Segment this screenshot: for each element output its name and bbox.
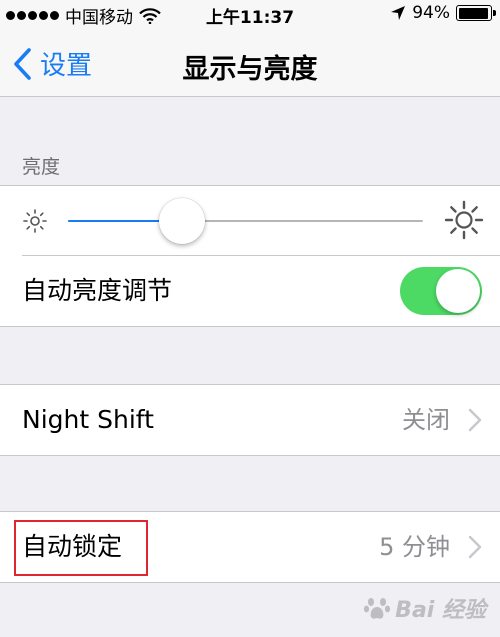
baidu-watermark: Bai 经验 [363, 592, 486, 624]
night-shift-value: 关闭 [402, 406, 450, 434]
highlight-annotation-box [14, 520, 148, 576]
page-title: 显示与亮度 [182, 54, 318, 85]
brightness-slider-thumb[interactable] [158, 198, 205, 244]
auto-brightness-toggle[interactable] [400, 267, 482, 315]
brightness-slider[interactable] [68, 198, 423, 244]
auto-brightness-label: 自动亮度调节 [22, 276, 173, 305]
night-shift-group: Night Shift 关闭 [0, 384, 500, 456]
battery-icon [456, 5, 496, 21]
brightness-section-header: 亮度 [22, 156, 61, 178]
navigation-bar: 设置 显示与亮度 [0, 27, 500, 97]
paw-logo-icon [364, 598, 391, 619]
night-shift-row[interactable]: Night Shift 关闭 [0, 385, 500, 455]
battery-fill [458, 7, 488, 19]
battery-percentage: 94% [412, 3, 450, 23]
brightness-slider-row [0, 186, 500, 256]
auto-brightness-row: 自动亮度调节 [0, 256, 500, 326]
sun-large-icon [444, 200, 484, 240]
sun-small-icon [23, 209, 47, 233]
toggle-knob [436, 269, 480, 313]
status-right: 94% [390, 3, 496, 23]
status-bar: 中国移动 上午11:37 94% [0, 0, 500, 28]
watermark-text: Bai 经验 [395, 598, 486, 623]
brightness-group: 自动亮度调节 [0, 185, 500, 327]
auto-lock-value: 5 分钟 [379, 533, 450, 561]
night-shift-label: Night Shift [22, 405, 154, 434]
location-arrow-icon [391, 6, 406, 20]
chevron-right-icon [468, 408, 482, 432]
chevron-right-icon [468, 535, 482, 559]
